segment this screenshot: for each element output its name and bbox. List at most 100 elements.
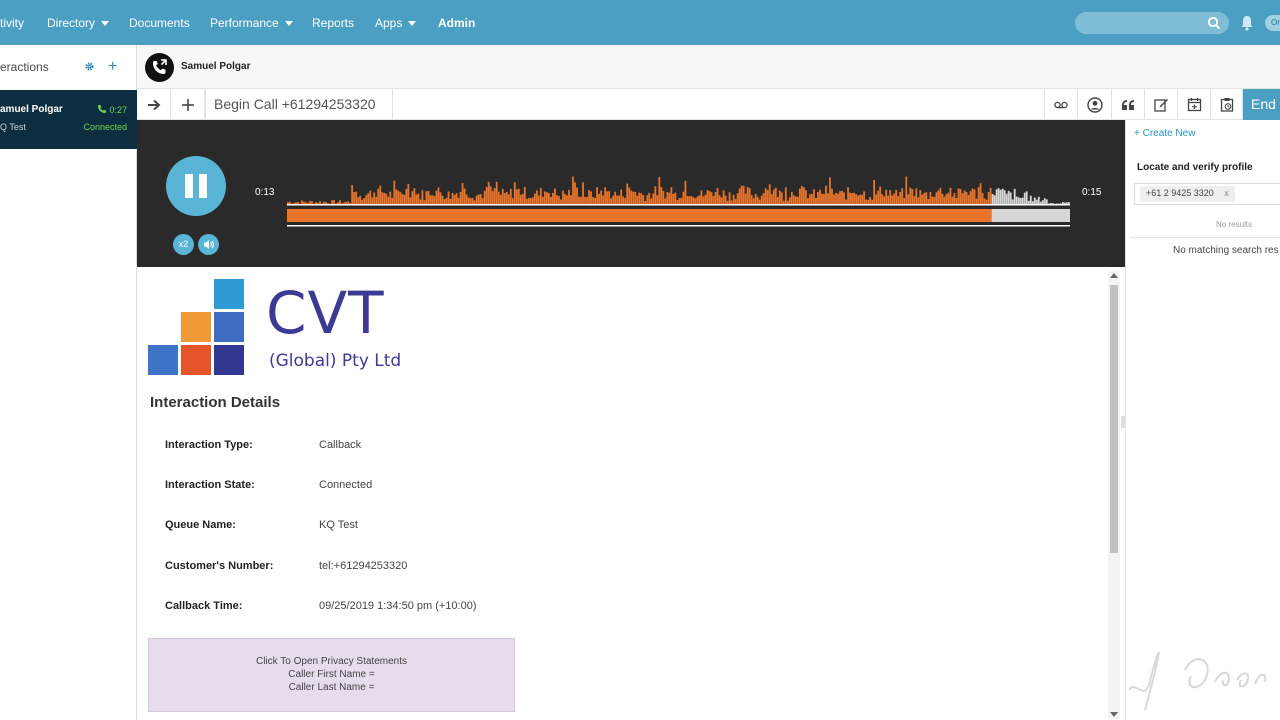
- waveform-bar: [983, 198, 986, 204]
- waveform-bar: [768, 184, 771, 204]
- waveform-bar: [477, 194, 480, 204]
- waveform-bar: [409, 197, 412, 204]
- waveform-bar: [521, 193, 524, 204]
- add-interaction-icon[interactable]: +: [108, 58, 117, 76]
- interaction-card[interactable]: amuel Polgar Q Test 0:27 Connected: [0, 90, 137, 149]
- add-participant-button[interactable]: [171, 89, 205, 120]
- end-call-label: End: [1251, 96, 1276, 112]
- waveform-bar: [973, 189, 976, 204]
- waveform-bar: [975, 198, 978, 204]
- privacy-link[interactable]: Click To Open Privacy Statements: [149, 655, 514, 668]
- waveform-bar: [543, 191, 546, 204]
- scrollbar-thumb[interactable]: [1110, 285, 1118, 553]
- phone-chip-label: +61 2 9425 3320: [1146, 188, 1214, 198]
- search-input[interactable]: [1075, 12, 1205, 34]
- nav-item-performance[interactable]: Performance: [210, 16, 293, 30]
- volume-button[interactable]: [198, 234, 219, 255]
- waveform-bar: [833, 194, 835, 204]
- waveform-bar: [865, 199, 868, 204]
- playback-speed-button[interactable]: x2: [173, 234, 194, 255]
- waveform-bar: [724, 195, 727, 204]
- page-title: Interaction Details: [150, 394, 281, 411]
- waveform-bar: [1041, 200, 1044, 204]
- profile-button[interactable]: [1078, 89, 1112, 120]
- waveform-bar: [855, 194, 857, 204]
- pause-button[interactable]: [166, 156, 226, 216]
- waveform-bar: [507, 194, 510, 204]
- scroll-down-arrow-icon[interactable]: [1110, 712, 1118, 717]
- transfer-button[interactable]: [137, 89, 171, 120]
- waveform-bar: [399, 192, 402, 204]
- waveform-bar: [728, 192, 731, 204]
- waveform-bar: [570, 195, 572, 204]
- progress-fill: [287, 209, 992, 222]
- waveform-bar: [889, 190, 892, 204]
- waveform-bar: [786, 200, 789, 204]
- scroll-up-arrow-icon[interactable]: [1110, 273, 1118, 278]
- waveform-bar: [576, 187, 578, 204]
- waveform-bar: [598, 193, 600, 204]
- privacy-statements-box[interactable]: Click To Open Privacy Statements Caller …: [148, 638, 515, 712]
- waveform-bar: [289, 201, 291, 204]
- nav-item-documents[interactable]: Documents: [129, 16, 190, 30]
- profile-search-input[interactable]: +61 2 9425 3320 x: [1134, 183, 1280, 205]
- waveform-bar: [471, 197, 474, 204]
- waveform-bar: [347, 201, 350, 204]
- waveform-bar: [429, 195, 432, 204]
- waveform-bar: [823, 193, 825, 204]
- waveform-bar: [634, 191, 637, 204]
- waveform-bar: [985, 199, 988, 204]
- contact-name: Samuel Polgar: [181, 61, 251, 72]
- nav-item-admin[interactable]: Admin: [438, 16, 475, 30]
- waveform-bar: [748, 188, 751, 204]
- notes-button[interactable]: [1145, 89, 1178, 120]
- waveform-bar: [809, 194, 811, 204]
- waveform-bar: [537, 195, 540, 204]
- waveform-bar: [770, 194, 773, 204]
- waveform-baseline: [287, 204, 1070, 206]
- end-call-button[interactable]: End: [1243, 89, 1280, 120]
- waveform-bar: [363, 198, 366, 204]
- waveform-bar: [899, 191, 902, 204]
- waveform-bar: [931, 196, 934, 204]
- scrollbar[interactable]: [1108, 271, 1120, 719]
- waveform-bar: [802, 187, 805, 204]
- waveform-bar: [754, 193, 757, 204]
- waveform-bar: [525, 198, 528, 204]
- waveform-bar: [656, 195, 659, 204]
- waveform-bar: [991, 193, 994, 204]
- waveform-bar: [433, 196, 436, 204]
- status-badge[interactable]: On: [1265, 15, 1280, 31]
- waveform-bar: [1055, 203, 1058, 204]
- waveform-bar: [672, 193, 675, 204]
- waveform-bar: [425, 191, 428, 204]
- wrapup-button[interactable]: [1211, 89, 1243, 120]
- bell-icon[interactable]: [1240, 15, 1254, 31]
- waveform-bar: [449, 198, 452, 204]
- waveform-bar: [971, 188, 974, 204]
- waveform-bar: [716, 187, 719, 204]
- detail-label: Interaction State:: [165, 479, 255, 491]
- nav-item-apps[interactable]: Apps: [375, 16, 417, 30]
- gear-icon[interactable]: [84, 61, 95, 72]
- waveform-bar: [361, 199, 364, 204]
- waveform-bar: [859, 194, 861, 204]
- waveform-bar: [636, 195, 639, 204]
- waveform-bar: [626, 183, 629, 204]
- search-icon[interactable]: [1207, 16, 1221, 30]
- nav-label: Directory: [47, 16, 96, 30]
- voicemail-button[interactable]: [1044, 89, 1078, 120]
- schedule-button[interactable]: [1178, 89, 1211, 120]
- waveform-bar: [692, 197, 695, 204]
- nav-item-reports[interactable]: Reports: [312, 16, 354, 30]
- waveform-bar: [959, 189, 962, 204]
- waveform-bar: [469, 198, 472, 204]
- waveform-seek-bar[interactable]: [287, 170, 1070, 228]
- chip-remove-button[interactable]: x: [1224, 188, 1229, 198]
- waveform-bar: [582, 182, 584, 204]
- nav-item-activity[interactable]: tivity: [0, 16, 24, 30]
- create-new-link[interactable]: + Create New: [1134, 128, 1195, 139]
- nav-item-directory[interactable]: Directory: [47, 16, 110, 30]
- panel-splitter-handle[interactable]: [1120, 414, 1126, 430]
- script-button[interactable]: [1112, 89, 1145, 120]
